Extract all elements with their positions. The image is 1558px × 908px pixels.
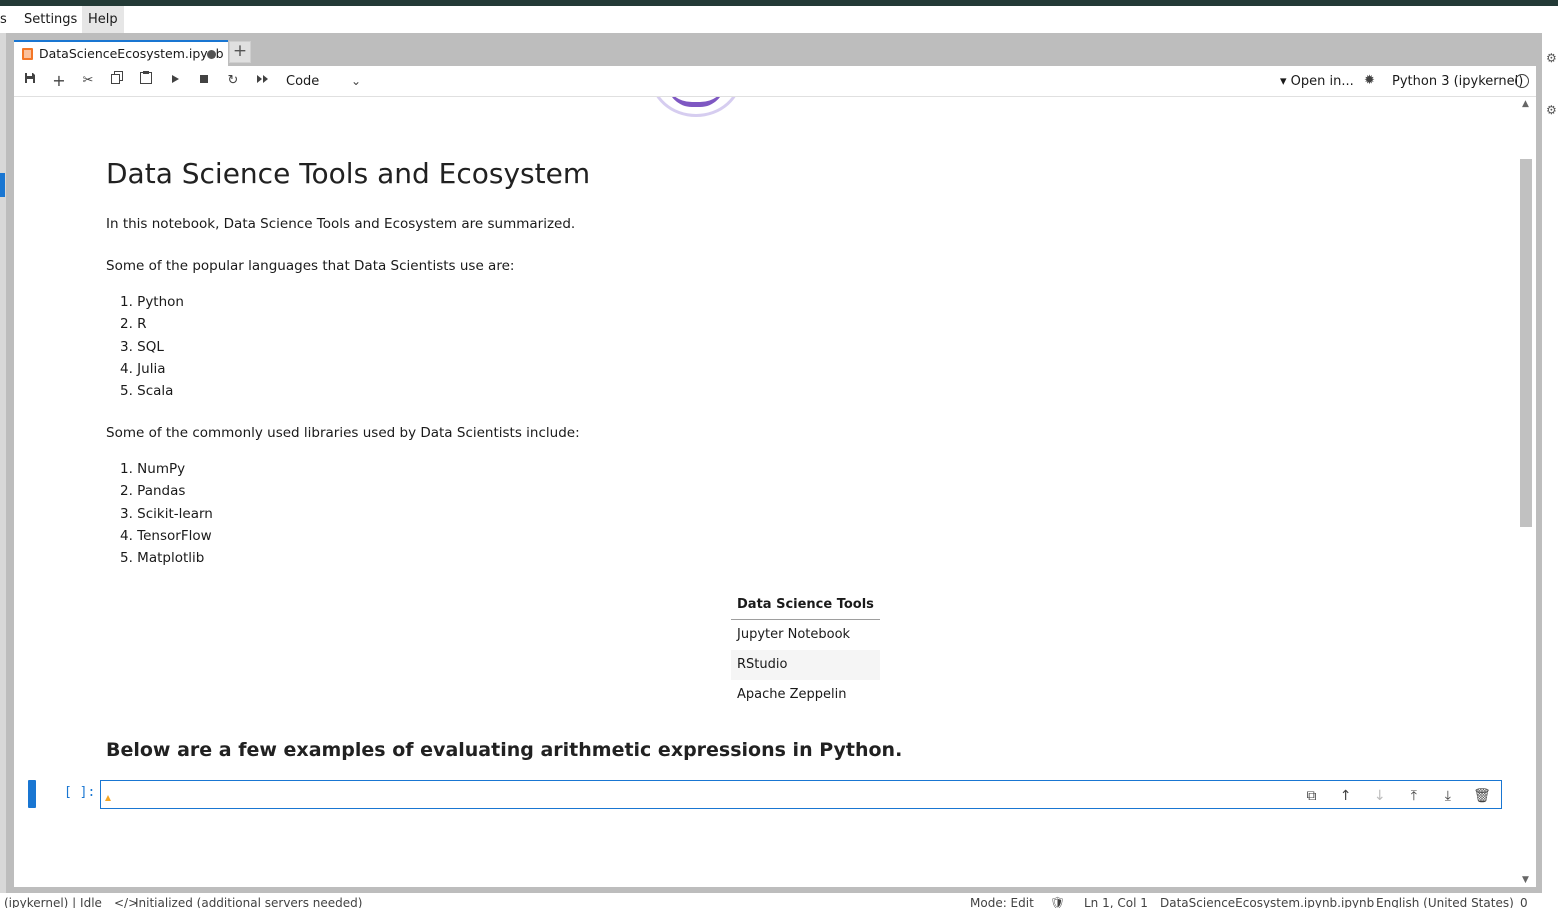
notebook-scrollbar[interactable]: ▲ ▼ (1518, 97, 1536, 887)
warning-caret-icon (105, 795, 111, 801)
restart-icon[interactable]: ↻ (222, 71, 244, 91)
tools-table-header: Data Science Tools (731, 590, 880, 620)
paste-icon[interactable] (135, 71, 157, 91)
libraries-list: 1. NumPy 2. Pandas 3. Scikit-learn 4. Te… (106, 458, 213, 569)
status-bar: (ipykernel) | Idle </> Initialized (addi… (0, 893, 1558, 908)
right-sidebar: ⚙ ⚙ (1542, 33, 1558, 893)
libraries-intro: Some of the commonly used libraries used… (106, 425, 580, 441)
menu-item-tabs[interactable]: s (0, 6, 13, 33)
list-item: 3. SQL (120, 338, 164, 355)
tools-table: Data Science Tools Jupyter Notebook RStu… (731, 590, 880, 710)
debugger-icon[interactable]: ⚙ (1546, 103, 1557, 117)
delete-cell-icon[interactable]: 🗑 (1471, 786, 1493, 806)
notebook-tab[interactable]: DataScienceEcosystem.ipynb (14, 40, 228, 66)
lsp-status-text[interactable]: Initialized (additional servers needed) (135, 896, 362, 908)
notification-count[interactable]: 0 (1520, 896, 1528, 908)
mode-indicator: Mode: Edit (970, 896, 1034, 908)
notebook-toolbar: + ✂ ↻ Code ⌄ ▾ Open in... ✹ Python 3 (ip… (14, 66, 1536, 97)
new-launcher-button[interactable]: + (229, 41, 251, 63)
languages-intro: Some of the popular languages that Data … (106, 258, 515, 274)
table-row: Apache Zeppelin (737, 686, 847, 702)
copy-icon[interactable] (106, 71, 128, 91)
insert-cell-icon[interactable]: + (48, 71, 70, 91)
language-indicator[interactable]: English (United States) (1376, 896, 1514, 908)
scroll-down-icon[interactable]: ▼ (1522, 875, 1529, 885)
notebook-title-heading: Data Science Tools and Ecosystem (106, 157, 591, 190)
kernel-status-circle-icon (1515, 74, 1529, 88)
kernel-name-button[interactable]: Python 3 (ipykernel) (1392, 66, 1523, 97)
code-cell-editor[interactable]: ⧉ ↑ ↓ ⤒ ⤓ 🗑 (100, 780, 1502, 809)
logo-image (650, 97, 742, 117)
list-item: 4. TensorFlow (120, 527, 212, 544)
list-item: 5. Matplotlib (120, 550, 205, 567)
cut-icon[interactable]: ✂ (77, 71, 99, 91)
active-cell-indicator[interactable] (28, 780, 36, 808)
unsaved-dot-icon[interactable] (207, 50, 216, 59)
open-in-label: Open in... (1290, 74, 1354, 89)
table-row: RStudio (731, 649, 880, 680)
save-icon[interactable] (19, 71, 41, 91)
list-item: 1. NumPy (120, 461, 186, 477)
open-in-menu[interactable]: ▾ Open in... (1280, 66, 1354, 97)
duplicate-cell-icon[interactable]: ⧉ (1301, 786, 1323, 806)
arithmetic-heading: Below are a few examples of evaluating a… (106, 739, 903, 761)
chevron-down-icon[interactable]: ⌄ (351, 66, 361, 97)
left-sidebar (0, 33, 6, 893)
kernel-status-text[interactable]: (ipykernel) | Idle (4, 896, 102, 908)
list-item: 1. Python (120, 294, 184, 310)
menu-bar: s Settings Help (0, 6, 1558, 33)
interrupt-icon[interactable] (193, 71, 215, 91)
scrollbar-thumb[interactable] (1520, 159, 1532, 527)
run-icon[interactable] (164, 71, 186, 91)
left-sidebar-active-indicator[interactable] (0, 173, 5, 197)
restart-run-all-icon[interactable] (251, 71, 273, 91)
move-down-icon[interactable]: ↓ (1369, 786, 1391, 806)
list-item: 2. Pandas (120, 483, 186, 500)
scroll-up-icon[interactable]: ▲ (1522, 99, 1529, 109)
file-name: DataScienceEcosystem.ipynb.ipynb (1160, 896, 1375, 908)
insert-above-icon[interactable]: ⤒ (1403, 786, 1425, 806)
list-item: 3. Scikit-learn (120, 505, 213, 522)
list-item: 5. Scala (120, 383, 174, 400)
cell-toolbar: ⧉ ↑ ↓ ⤒ ⤓ 🗑 (1294, 785, 1493, 805)
notebook-panel: Data Science Tools and Ecosystem In this… (14, 97, 1518, 887)
property-inspector-icon[interactable]: ⚙ (1546, 51, 1557, 65)
notebook-icon (22, 48, 33, 60)
trusted-shield-icon[interactable]: 🛡 (1050, 896, 1065, 908)
move-up-icon[interactable]: ↑ (1335, 786, 1357, 806)
menu-item-help[interactable]: Help (82, 6, 124, 33)
cursor-position[interactable]: Ln 1, Col 1 (1084, 896, 1148, 908)
notebook-tab-title: DataScienceEcosystem.ipynb (39, 46, 224, 61)
list-item: 4. Julia (120, 360, 166, 377)
intro-paragraph: In this notebook, Data Science Tools and… (106, 216, 576, 232)
languages-list: 1. Python 2. R 3. SQL 4. Julia 5. Scala (106, 291, 184, 402)
menu-item-settings[interactable]: Settings (18, 6, 83, 33)
insert-below-icon[interactable]: ⤓ (1437, 786, 1459, 806)
bug-icon[interactable]: ✹ (1364, 66, 1375, 97)
table-row: Jupyter Notebook (737, 626, 851, 642)
cell-prompt: [ ]: (64, 785, 96, 800)
list-item: 2. R (120, 316, 147, 333)
